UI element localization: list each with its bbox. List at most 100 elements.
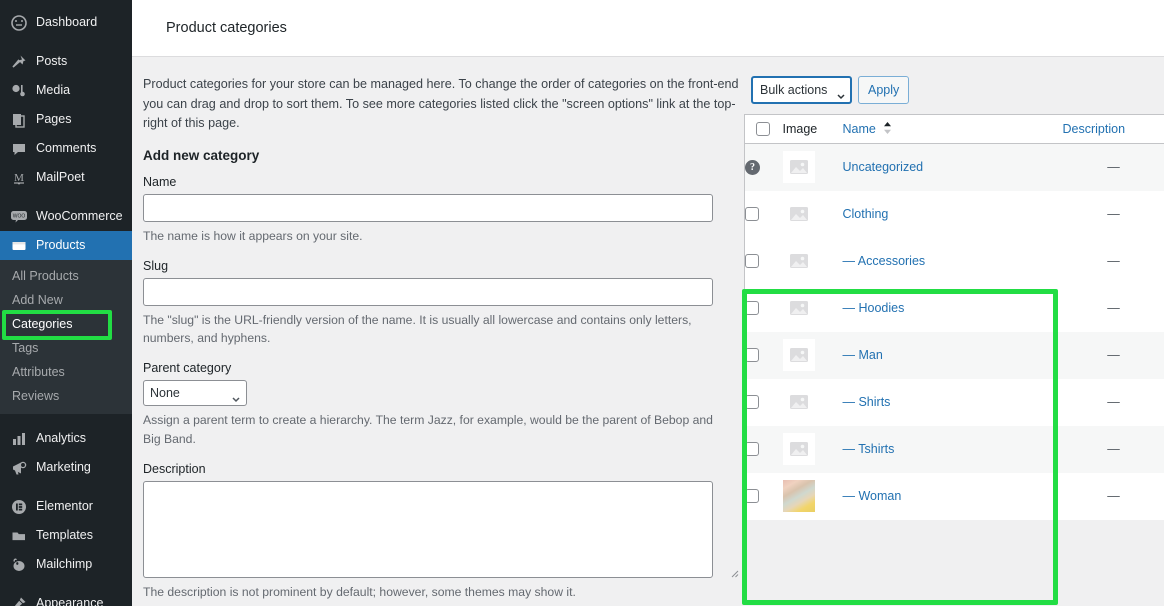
row-selector-cell xyxy=(745,473,783,520)
sort-arrows-icon[interactable] xyxy=(883,121,892,138)
sidebar-item-pages[interactable]: Pages xyxy=(0,105,132,134)
sidebar-item-label: Appearance xyxy=(36,596,104,606)
image-placeholder-icon xyxy=(782,245,815,277)
category-name-link[interactable]: — Accessories xyxy=(843,254,926,268)
parent-category-select[interactable]: None xyxy=(143,380,247,407)
sidebar-item-reviews[interactable]: Reviews xyxy=(0,384,132,408)
bulk-actions-select[interactable]: Bulk actions xyxy=(751,76,852,104)
table-row[interactable]: — Tshirts — xyxy=(744,425,1164,473)
row-description-cell: — xyxy=(1107,395,1120,409)
category-name-link[interactable]: — Tshirts xyxy=(843,442,895,456)
category-name-link[interactable]: Uncategorized xyxy=(843,160,924,174)
page-title: Product categories xyxy=(166,20,287,36)
row-checkbox[interactable] xyxy=(745,442,759,456)
column-header-description: Description xyxy=(1052,114,1164,144)
sidebar-item-label: Mailchimp xyxy=(36,557,93,572)
description-hint: The description is not prominent by defa… xyxy=(143,585,576,600)
select-all-header xyxy=(744,114,783,144)
row-selector-cell xyxy=(745,426,783,473)
name-label: Name xyxy=(143,174,177,189)
slug-input[interactable] xyxy=(143,277,713,306)
row-selector-cell xyxy=(745,238,783,285)
help-icon[interactable]: ? xyxy=(745,159,760,175)
svg-text:WOO: WOO xyxy=(13,213,26,219)
table-head: Image Name Description xyxy=(744,114,1164,144)
sidebar-item-mailpoet[interactable]: M MailPoet xyxy=(0,163,132,192)
row-name-cell: Clothing xyxy=(843,191,1053,238)
parent-category-hint: Assign a parent term to create a hierarc… xyxy=(143,413,713,446)
select-all-checkbox[interactable] xyxy=(756,122,770,136)
row-checkbox[interactable] xyxy=(745,395,759,409)
row-image-cell xyxy=(782,238,843,285)
sidebar-item-categories[interactable]: Categories xyxy=(0,312,132,336)
image-placeholder-icon xyxy=(782,386,815,418)
table-row[interactable]: — Shirts — xyxy=(745,379,1164,426)
row-image-cell xyxy=(782,285,843,332)
table-row[interactable]: — Accessories — xyxy=(744,237,1164,285)
name-hint: The name is how it appears on your site. xyxy=(143,228,363,243)
row-checkbox[interactable] xyxy=(745,348,759,362)
sidebar-item-tags[interactable]: Tags xyxy=(0,336,132,360)
row-name-cell: — Woman xyxy=(843,473,1053,520)
sidebar-item-all-products[interactable]: All Products xyxy=(0,264,132,288)
category-name-link[interactable]: — Woman xyxy=(843,489,902,503)
table-row[interactable]: — Hoodies — xyxy=(745,285,1164,332)
sidebar-item-add-new[interactable]: Add New xyxy=(0,288,132,312)
add-category-form: Product categories for your store can be… xyxy=(132,57,742,606)
table-row[interactable]: Clothing — xyxy=(745,191,1164,238)
row-selector-cell xyxy=(745,285,783,332)
row-checkbox[interactable] xyxy=(745,207,759,221)
sidebar-item-media[interactable]: Media xyxy=(0,76,132,105)
name-input[interactable] xyxy=(143,193,713,222)
sidebar-item-comments[interactable]: Comments xyxy=(0,134,132,163)
apply-button[interactable]: Apply xyxy=(858,76,910,104)
row-description-cell: — xyxy=(1107,442,1120,456)
folder-icon xyxy=(10,527,28,545)
sidebar-item-woocommerce[interactable]: WOO WooCommerce xyxy=(0,202,132,231)
sidebar-item-appearance[interactable]: Appearance xyxy=(0,589,132,606)
category-name-link[interactable]: — Shirts xyxy=(843,395,891,409)
table-row[interactable]: — Man — xyxy=(744,331,1164,379)
column-header-image: Image xyxy=(782,114,843,144)
row-description-cell: — xyxy=(1107,207,1120,221)
main-area: Product categories Product categories fo… xyxy=(132,0,1164,606)
category-name-link[interactable]: — Man xyxy=(843,348,883,362)
table-header-row: Image Name Description xyxy=(744,114,1164,144)
description-textarea[interactable] xyxy=(143,481,713,579)
table-row[interactable]: ? Uncategorized — xyxy=(744,143,1164,191)
sidebar-item-attributes[interactable]: Attributes xyxy=(0,360,132,384)
sidebar-item-mailchimp[interactable]: Mailchimp xyxy=(0,550,132,579)
row-description-cell: — xyxy=(1107,348,1120,362)
row-checkbox[interactable] xyxy=(745,301,759,315)
categories-table: Image Name Description ? Uncategorized — Cl… xyxy=(744,114,1164,520)
sidebar-divider xyxy=(0,37,132,47)
sidebar-item-elementor[interactable]: Elementor xyxy=(0,492,132,521)
form-heading: Add new category xyxy=(143,147,260,163)
category-name-link[interactable]: — Hoodies xyxy=(843,301,905,315)
table-row[interactable]: — Woman — xyxy=(745,473,1164,520)
column-header-name[interactable]: Name xyxy=(842,114,1053,144)
category-name-link[interactable]: Clothing xyxy=(843,207,889,221)
parent-category-label: Parent category xyxy=(143,361,232,376)
row-checkbox[interactable] xyxy=(745,254,759,268)
page-header: Product categories xyxy=(132,0,1164,57)
elementor-icon xyxy=(10,498,28,516)
mailchimp-icon xyxy=(10,556,28,574)
sidebar-item-label: Marketing xyxy=(36,460,91,475)
resize-grip-icon[interactable] xyxy=(729,565,739,578)
sidebar-item-templates[interactable]: Templates xyxy=(0,521,132,550)
sidebar-item-products[interactable]: Products xyxy=(0,231,132,260)
description-wrap xyxy=(143,481,742,579)
sidebar-item-posts[interactable]: Posts xyxy=(0,47,132,76)
sidebar-item-analytics[interactable]: Analytics xyxy=(0,424,132,453)
row-selector-cell xyxy=(745,332,783,379)
row-checkbox[interactable] xyxy=(745,489,759,503)
sidebar-divider xyxy=(0,579,132,589)
products-submenu: All Products Add New Categories Tags Att… xyxy=(0,260,132,414)
sidebar-item-marketing[interactable]: Marketing xyxy=(0,453,132,482)
intro-text: Product categories for your store can be… xyxy=(143,77,739,131)
row-name-cell: — Tshirts xyxy=(843,426,1053,473)
sidebar-item-dashboard[interactable]: Dashboard xyxy=(0,8,132,37)
bulk-actions-wrap: Bulk actions xyxy=(751,76,852,104)
row-description-cell: — xyxy=(1107,254,1120,268)
